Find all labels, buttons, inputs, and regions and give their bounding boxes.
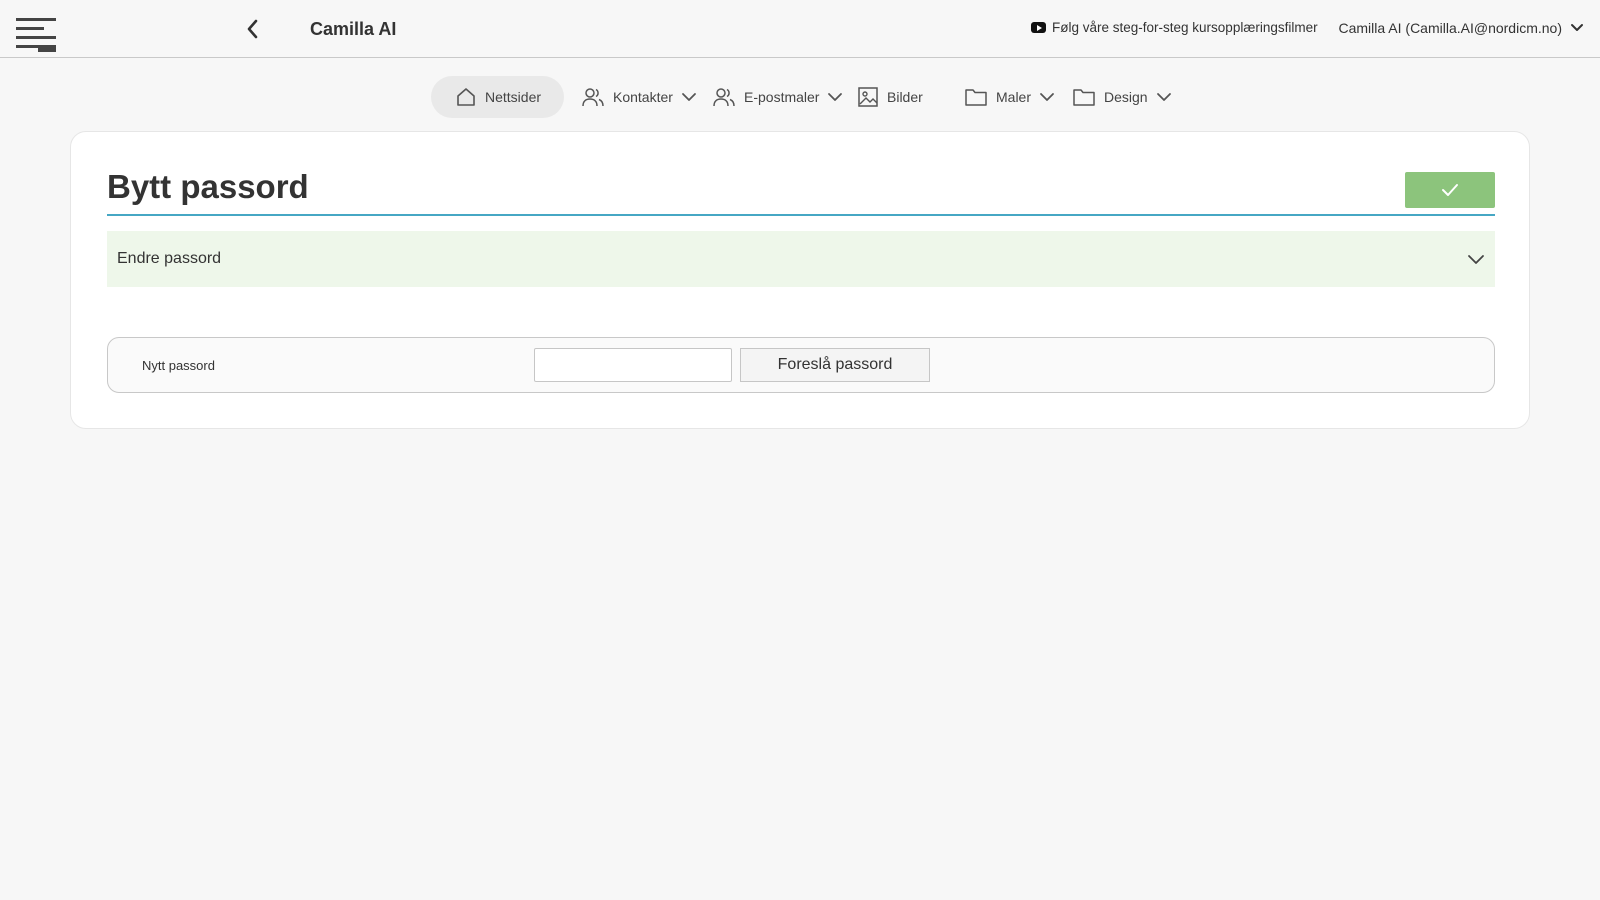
tutorial-videos-label: Følg våre steg-for-steg kursopplæringsfi… bbox=[1052, 20, 1318, 35]
new-password-row: Nytt passord Foreslå passord bbox=[107, 337, 1495, 393]
folder-icon bbox=[965, 89, 987, 106]
chevron-down-icon bbox=[1571, 24, 1583, 31]
back-arrow-icon[interactable] bbox=[240, 16, 266, 42]
accordion-label: Endre passord bbox=[117, 250, 222, 267]
app-title: Camilla AI bbox=[310, 19, 397, 39]
nav-item-kontakter[interactable]: Kontakter bbox=[581, 76, 697, 118]
change-password-accordion[interactable]: Endre passord bbox=[107, 231, 1495, 287]
image-icon bbox=[858, 87, 878, 107]
page-title: Bytt passord bbox=[107, 168, 309, 205]
top-bar: Camilla AI Følg våre steg-for-steg kurso… bbox=[0, 0, 1600, 58]
nav-item-label: Kontakter bbox=[613, 89, 673, 105]
new-password-input[interactable] bbox=[534, 348, 732, 382]
nav-item-label: Design bbox=[1104, 89, 1148, 105]
main-card: Bytt passord Endre passord Nytt passord … bbox=[70, 131, 1530, 429]
users-icon bbox=[713, 88, 735, 107]
users-icon bbox=[582, 88, 604, 107]
new-password-label: Nytt passord bbox=[142, 358, 215, 373]
save-button[interactable] bbox=[1405, 172, 1495, 208]
chevron-down-icon bbox=[1040, 93, 1054, 101]
chevron-down-icon bbox=[1156, 93, 1171, 101]
menu-icon[interactable] bbox=[16, 16, 60, 54]
nav-item-label: Bilder bbox=[887, 89, 923, 105]
nav-item-e-postmaler[interactable]: E-postmaler bbox=[712, 76, 843, 118]
user-name: Camilla AI (Camilla.AI@nordicm.no) bbox=[1338, 20, 1563, 36]
nav-item-label: Maler bbox=[996, 89, 1032, 105]
nav-item-label: Nettsider bbox=[485, 89, 542, 105]
tutorial-videos-link[interactable]: Følg våre steg-for-steg kursopplæringsfi… bbox=[1031, 20, 1318, 35]
nav-item-bilder[interactable]: Bilder bbox=[857, 76, 923, 118]
user-menu[interactable]: Camilla AI (Camilla.AI@nordicm.no) bbox=[1339, 20, 1585, 36]
youtube-icon bbox=[1031, 22, 1046, 33]
nav-item-design[interactable]: Design bbox=[1072, 76, 1172, 118]
check-icon bbox=[1442, 184, 1458, 196]
title-divider bbox=[107, 214, 1495, 216]
chevron-down-icon bbox=[1468, 255, 1484, 264]
nav-item-nettsider[interactable]: Nettsider bbox=[431, 76, 564, 118]
suggest-password-button[interactable]: Foreslå passord bbox=[740, 348, 930, 382]
home-icon bbox=[457, 88, 475, 106]
main-nav: Nettsider Kontakter E-postmaler Bilder M… bbox=[0, 76, 1600, 118]
nav-item-label: E-postmaler bbox=[744, 89, 820, 105]
chevron-down-icon bbox=[682, 93, 696, 101]
folder-icon bbox=[1073, 89, 1095, 106]
nav-item-maler[interactable]: Maler bbox=[964, 76, 1055, 118]
chevron-down-icon bbox=[828, 93, 843, 101]
